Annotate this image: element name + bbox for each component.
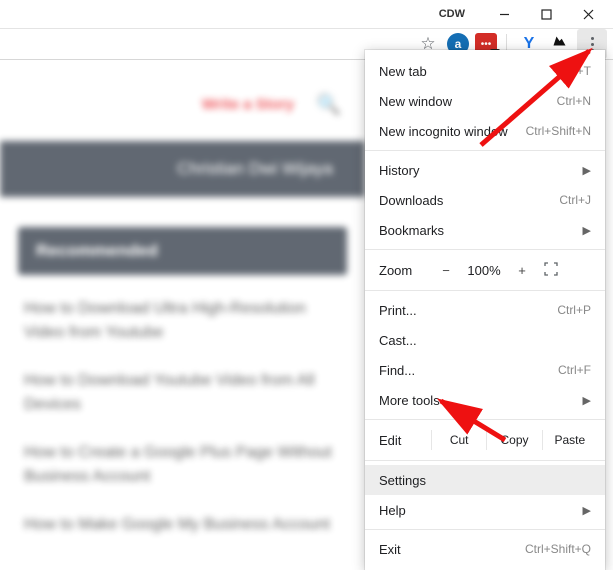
menu-settings[interactable]: Settings: [365, 465, 605, 495]
profile-label[interactable]: CDW: [439, 8, 465, 20]
zoom-in-button[interactable]: +: [507, 263, 537, 278]
write-story-link[interactable]: Write a Story: [202, 96, 294, 113]
search-icon[interactable]: 🔍: [316, 92, 341, 117]
recommended-list: How to Download Ultra High-Resolution Vi…: [24, 297, 341, 537]
chrome-menu: New tabCtrl+T New windowCtrl+N New incog…: [365, 50, 605, 570]
list-item[interactable]: How to Create a Google Plus Page Without…: [24, 441, 341, 489]
paste-button[interactable]: Paste: [542, 430, 597, 450]
author-bar: Christian Dwi Wijaya: [0, 141, 365, 197]
close-window-button[interactable]: [567, 0, 609, 28]
cut-button[interactable]: Cut: [431, 430, 486, 450]
menu-separator: [365, 460, 605, 461]
maximize-button[interactable]: [525, 0, 567, 28]
menu-bookmarks[interactable]: Bookmarks▶: [365, 215, 605, 245]
menu-separator: [365, 529, 605, 530]
list-item[interactable]: How to Make Google My Business Account: [24, 513, 341, 537]
menu-separator: [365, 290, 605, 291]
menu-help[interactable]: Help▶: [365, 495, 605, 525]
menu-downloads[interactable]: DownloadsCtrl+J: [365, 185, 605, 215]
window-titlebar: CDW: [0, 0, 613, 28]
page-content: Write a Story 🔍 Christian Dwi Wijaya Rec…: [0, 60, 365, 547]
menu-separator: [365, 150, 605, 151]
zoom-value: 100%: [461, 263, 507, 278]
list-item[interactable]: How to Download Youtube Video from All D…: [24, 369, 341, 417]
menu-exit[interactable]: ExitCtrl+Shift+Q: [365, 534, 605, 564]
chevron-right-icon: ▶: [583, 504, 591, 517]
chevron-right-icon: ▶: [583, 224, 591, 237]
chevron-right-icon: ▶: [583, 164, 591, 177]
menu-new-window[interactable]: New windowCtrl+N: [365, 86, 605, 116]
fullscreen-icon[interactable]: [537, 262, 565, 279]
menu-more-tools[interactable]: More tools▶: [365, 385, 605, 415]
menu-cast[interactable]: Cast...: [365, 325, 605, 355]
menu-separator: [365, 419, 605, 420]
menu-edit-row: Edit Cut Copy Paste: [365, 424, 605, 456]
menu-history[interactable]: History▶: [365, 155, 605, 185]
zoom-out-button[interactable]: −: [431, 263, 461, 278]
menu-separator: [365, 249, 605, 250]
chevron-right-icon: ▶: [583, 394, 591, 407]
menu-print[interactable]: Print...Ctrl+P: [365, 295, 605, 325]
menu-new-tab[interactable]: New tabCtrl+T: [365, 56, 605, 86]
author-name: Christian Dwi Wijaya: [177, 159, 333, 179]
minimize-button[interactable]: [483, 0, 525, 28]
recommended-header: Recommended: [18, 227, 347, 275]
menu-new-incognito[interactable]: New incognito windowCtrl+Shift+N: [365, 116, 605, 146]
copy-button[interactable]: Copy: [486, 430, 541, 450]
menu-find[interactable]: Find...Ctrl+F: [365, 355, 605, 385]
menu-zoom: Zoom − 100% +: [365, 254, 605, 286]
list-item[interactable]: How to Download Ultra High-Resolution Vi…: [24, 297, 341, 345]
